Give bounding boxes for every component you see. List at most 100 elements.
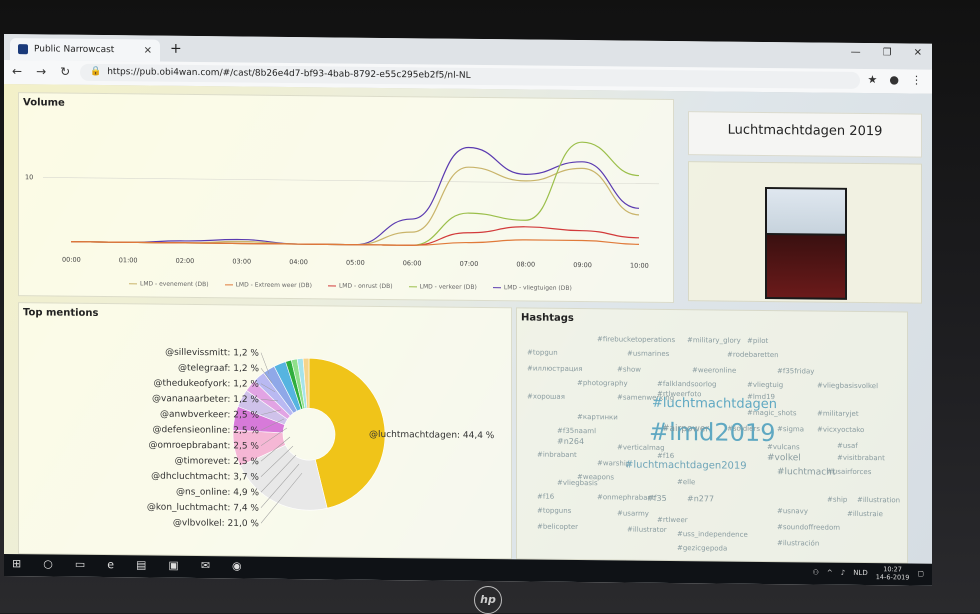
- mention-label: @anwbverkeer: 2,5 %: [160, 410, 259, 421]
- forward-icon[interactable]: →: [36, 64, 46, 78]
- legend-entry: LMD - verkeer (DB): [408, 283, 477, 291]
- x-tick-label: 06:00: [403, 259, 422, 267]
- x-tick-label: 02:00: [176, 257, 195, 265]
- hashtag-item: #usaf: [837, 441, 858, 450]
- hashtag-item: #ship: [827, 495, 848, 504]
- hashtag-item: #usnavy: [777, 507, 808, 516]
- hashtag-item: #airpower: [662, 423, 710, 435]
- video-player[interactable]: [765, 186, 847, 300]
- maximize-icon[interactable]: ❐: [883, 47, 892, 58]
- hashtag-item: #militaryjet: [817, 409, 859, 418]
- window-controls: — ❐ ✕: [851, 47, 922, 59]
- reload-icon[interactable]: ↻: [60, 65, 70, 79]
- mention-label: @timorevet: 2,5 %: [175, 456, 260, 467]
- hashtag-item: #illustrator: [627, 525, 667, 534]
- legend-swatch: [408, 286, 417, 288]
- legend-entry: LMD - Extreem weer (DB): [224, 281, 312, 289]
- browser-tab[interactable]: Public Narrowcast ✕: [10, 38, 160, 62]
- legend-entry: LMD - evenement (DB): [129, 280, 209, 288]
- close-tab-icon[interactable]: ✕: [144, 45, 152, 56]
- mention-label: @vlbvolkel: 21,0 %: [173, 518, 260, 529]
- series-line: [71, 166, 640, 246]
- series-line: [71, 146, 640, 246]
- dashboard-page: Volume 10 00:00 01:00 02:00 03:00 04:00 05:00…: [4, 84, 932, 564]
- hashtag-item: #photography: [577, 379, 628, 388]
- hashtag-item: #usarmy: [617, 509, 649, 518]
- x-tick-label: 10:00: [630, 262, 649, 270]
- hashtag-item: #show: [617, 365, 641, 374]
- clock[interactable]: 10:27 14-6-2019: [876, 565, 910, 581]
- hashtag-item: #illustration: [857, 495, 901, 505]
- hashtag-item: #volkel: [767, 452, 801, 464]
- taskbar-icons: ⊞ ○ ▭ e ▤ ▣ ✉ ◉: [12, 557, 242, 572]
- legend-entry: LMD - onrust (DB): [327, 282, 393, 290]
- menu-icon[interactable]: ⋮: [911, 73, 922, 86]
- windows-start-icon[interactable]: ⊞: [12, 557, 21, 570]
- hashtags-panel: Hashtags #firebucketoperations #military_…: [516, 307, 908, 564]
- chrome-icon[interactable]: ◉: [232, 559, 242, 572]
- x-tick-label: 09:00: [573, 261, 592, 269]
- hashtag-item: #illustraie: [847, 509, 883, 519]
- mention-label: @kon_luchtmacht: 7,4 %: [147, 502, 260, 513]
- series-line: [71, 226, 640, 246]
- url-text: https://pub.obi4wan.com/#/cast/8b26e4d7-…: [107, 67, 471, 81]
- hashtag-item: #ilustración: [777, 539, 820, 548]
- x-tick-label: 03:00: [232, 257, 251, 265]
- edge-browser-icon[interactable]: e: [107, 558, 114, 571]
- legend-swatch: [129, 283, 137, 285]
- hashtag-item: #n264: [557, 436, 585, 447]
- profile-icon[interactable]: ●: [889, 73, 899, 86]
- hashtag-item: #f16: [537, 492, 555, 501]
- favicon-icon: [18, 44, 28, 55]
- hashtag-item: #rtlweer: [657, 515, 688, 525]
- x-tick-label: 00:00: [62, 256, 81, 264]
- mention-label: @ns_online: 4,9 %: [176, 487, 259, 498]
- back-icon[interactable]: ←: [12, 64, 22, 78]
- hashtag-item: #f35: [647, 493, 667, 503]
- event-title-panel: Luchtmachtdagen 2019: [688, 111, 922, 158]
- notifications-icon[interactable]: ▢: [917, 570, 924, 578]
- new-tab-button[interactable]: +: [170, 41, 182, 57]
- hashtag-item: #картинки: [577, 413, 618, 422]
- search-icon[interactable]: ○: [43, 557, 53, 570]
- volume-icon[interactable]: ♪: [841, 569, 845, 577]
- x-tick-label: 01:00: [119, 256, 138, 264]
- hashtag-item: #usmarines: [627, 349, 670, 358]
- language-indicator[interactable]: NLD: [853, 569, 868, 577]
- hashtag-item: #topguns: [537, 506, 572, 515]
- hashtag-item: #sigma: [777, 425, 805, 434]
- mention-label: @dhcluchtmacht: 3,7 %: [151, 472, 259, 483]
- task-view-icon[interactable]: ▭: [75, 558, 85, 571]
- close-window-icon[interactable]: ✕: [914, 48, 922, 59]
- hashtag-item: #inbrabant: [537, 450, 577, 459]
- legend-swatch: [224, 284, 233, 286]
- system-tray: ⚇ ^ ♪ NLD 10:27 14-6-2019 ▢: [813, 564, 924, 581]
- mention-label: @thedukeofyork: 1,2 %: [154, 379, 260, 390]
- hashtag-item: #falklandsoorlog: [657, 379, 717, 389]
- y-tick-label: 10: [25, 173, 33, 181]
- minimize-icon[interactable]: —: [851, 47, 861, 58]
- bookmark-star-icon[interactable]: ★: [868, 73, 878, 86]
- people-icon[interactable]: ⚇: [813, 568, 819, 576]
- hashtag-item: #vliegbasisvolkel: [817, 381, 879, 391]
- clock-date: 14-6-2019: [875, 573, 910, 582]
- legend-swatch: [492, 287, 501, 289]
- mentions-pie-chart: @luchtmachtdagen: 44,4 % @sillevissmitt: …: [147, 348, 495, 529]
- nav-buttons: ← → ↻: [12, 64, 70, 79]
- store-icon[interactable]: ▣: [168, 559, 178, 572]
- x-tick-label: 04:00: [289, 258, 308, 266]
- x-tick-label: 05:00: [346, 259, 365, 267]
- volume-panel: Volume 10 00:00 01:00 02:00 03:00 04:00 05:00…: [18, 92, 674, 304]
- video-frame-sky: [767, 188, 845, 234]
- video-panel: [688, 161, 922, 304]
- tray-overflow-icon[interactable]: ^: [827, 569, 833, 577]
- hashtag-item: #firebucketoperations: [597, 335, 676, 345]
- file-explorer-icon[interactable]: ▤: [136, 558, 146, 571]
- mention-label: @defensieonline: 2,5 %: [153, 425, 260, 436]
- mail-icon[interactable]: ✉: [201, 559, 210, 572]
- laptop-screen: Public Narrowcast ✕ + — ❐ ✕ ← → ↻ 🔒 https…: [4, 34, 932, 586]
- hashtag-item: #pilot: [747, 336, 769, 346]
- hashtag-item: #magic_shots: [747, 408, 797, 418]
- hashtag-item: #uss_independence: [677, 530, 748, 539]
- hashtag-item: #хорошая: [527, 392, 565, 401]
